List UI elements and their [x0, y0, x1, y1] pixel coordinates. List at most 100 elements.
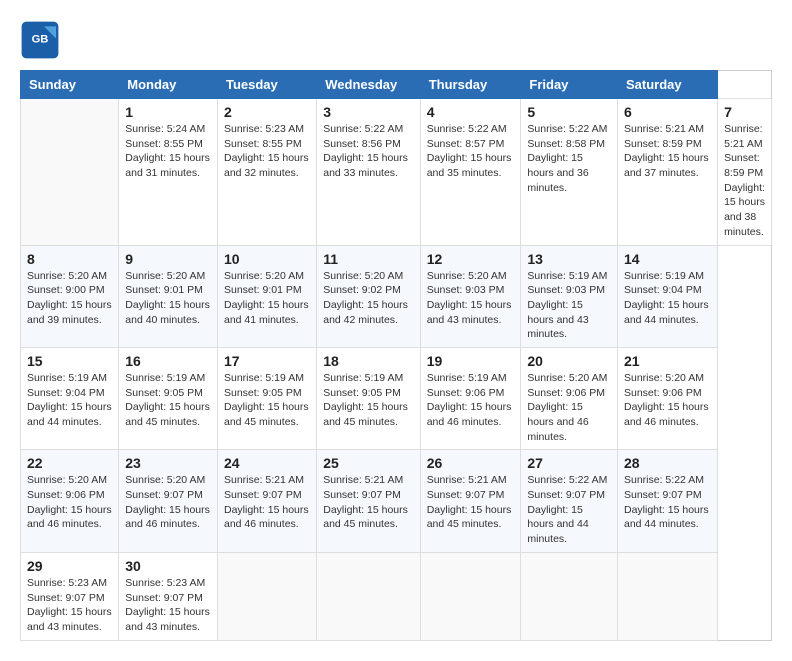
- calendar-body: 1 Sunrise: 5:24 AM Sunset: 8:55 PM Dayli…: [21, 99, 772, 641]
- day-number: 18: [323, 353, 413, 369]
- calendar-cell: 1 Sunrise: 5:24 AM Sunset: 8:55 PM Dayli…: [119, 99, 218, 246]
- day-number: 13: [527, 251, 611, 267]
- day-number: 21: [624, 353, 711, 369]
- day-number: 14: [624, 251, 711, 267]
- calendar-cell: 7 Sunrise: 5:21 AM Sunset: 8:59 PM Dayli…: [718, 99, 772, 246]
- calendar-cell: 13 Sunrise: 5:19 AM Sunset: 9:03 PM Dayl…: [521, 245, 618, 347]
- calendar-week-5: 29 Sunrise: 5:23 AM Sunset: 9:07 PM Dayl…: [21, 552, 772, 640]
- day-info: Sunrise: 5:20 AM Sunset: 9:07 PM Dayligh…: [125, 473, 211, 532]
- calendar-cell: 28 Sunrise: 5:22 AM Sunset: 9:07 PM Dayl…: [618, 450, 718, 552]
- day-info: Sunrise: 5:19 AM Sunset: 9:04 PM Dayligh…: [624, 269, 711, 328]
- header: GB: [20, 20, 772, 60]
- day-number: 23: [125, 455, 211, 471]
- weekday-header-monday: Monday: [119, 71, 218, 99]
- calendar-cell: 18 Sunrise: 5:19 AM Sunset: 9:05 PM Dayl…: [317, 347, 420, 449]
- day-info: Sunrise: 5:22 AM Sunset: 8:56 PM Dayligh…: [323, 122, 413, 181]
- day-number: 10: [224, 251, 310, 267]
- calendar-cell: 23 Sunrise: 5:20 AM Sunset: 9:07 PM Dayl…: [119, 450, 218, 552]
- day-info: Sunrise: 5:19 AM Sunset: 9:05 PM Dayligh…: [224, 371, 310, 430]
- calendar-cell: 9 Sunrise: 5:20 AM Sunset: 9:01 PM Dayli…: [119, 245, 218, 347]
- calendar-cell: [521, 552, 618, 640]
- weekday-header-thursday: Thursday: [420, 71, 521, 99]
- day-number: 4: [427, 104, 515, 120]
- day-number: 6: [624, 104, 711, 120]
- calendar-cell: [217, 552, 316, 640]
- day-info: Sunrise: 5:22 AM Sunset: 8:57 PM Dayligh…: [427, 122, 515, 181]
- day-info: Sunrise: 5:20 AM Sunset: 9:03 PM Dayligh…: [427, 269, 515, 328]
- weekday-header-sunday: Sunday: [21, 71, 119, 99]
- day-number: 3: [323, 104, 413, 120]
- calendar-cell: 25 Sunrise: 5:21 AM Sunset: 9:07 PM Dayl…: [317, 450, 420, 552]
- day-info: Sunrise: 5:20 AM Sunset: 9:06 PM Dayligh…: [527, 371, 611, 444]
- svg-text:GB: GB: [32, 33, 49, 45]
- logo-icon: GB: [20, 20, 60, 60]
- day-number: 29: [27, 558, 112, 574]
- day-number: 1: [125, 104, 211, 120]
- day-number: 30: [125, 558, 211, 574]
- calendar-cell: 20 Sunrise: 5:20 AM Sunset: 9:06 PM Dayl…: [521, 347, 618, 449]
- day-number: 7: [724, 104, 765, 120]
- day-number: 9: [125, 251, 211, 267]
- calendar-cell: [618, 552, 718, 640]
- calendar-cell: 19 Sunrise: 5:19 AM Sunset: 9:06 PM Dayl…: [420, 347, 521, 449]
- calendar-cell: 6 Sunrise: 5:21 AM Sunset: 8:59 PM Dayli…: [618, 99, 718, 246]
- calendar-cell: 17 Sunrise: 5:19 AM Sunset: 9:05 PM Dayl…: [217, 347, 316, 449]
- calendar-cell: 12 Sunrise: 5:20 AM Sunset: 9:03 PM Dayl…: [420, 245, 521, 347]
- calendar-week-3: 15 Sunrise: 5:19 AM Sunset: 9:04 PM Dayl…: [21, 347, 772, 449]
- day-info: Sunrise: 5:20 AM Sunset: 9:06 PM Dayligh…: [624, 371, 711, 430]
- day-number: 8: [27, 251, 112, 267]
- weekday-header-friday: Friday: [521, 71, 618, 99]
- day-info: Sunrise: 5:19 AM Sunset: 9:05 PM Dayligh…: [125, 371, 211, 430]
- day-info: Sunrise: 5:20 AM Sunset: 9:01 PM Dayligh…: [125, 269, 211, 328]
- day-info: Sunrise: 5:20 AM Sunset: 9:01 PM Dayligh…: [224, 269, 310, 328]
- calendar-cell: 22 Sunrise: 5:20 AM Sunset: 9:06 PM Dayl…: [21, 450, 119, 552]
- day-info: Sunrise: 5:21 AM Sunset: 9:07 PM Dayligh…: [427, 473, 515, 532]
- logo: GB: [20, 20, 66, 60]
- day-info: Sunrise: 5:24 AM Sunset: 8:55 PM Dayligh…: [125, 122, 211, 181]
- calendar-week-2: 8 Sunrise: 5:20 AM Sunset: 9:00 PM Dayli…: [21, 245, 772, 347]
- calendar-cell: 24 Sunrise: 5:21 AM Sunset: 9:07 PM Dayl…: [217, 450, 316, 552]
- calendar-cell: 5 Sunrise: 5:22 AM Sunset: 8:58 PM Dayli…: [521, 99, 618, 246]
- day-info: Sunrise: 5:21 AM Sunset: 8:59 PM Dayligh…: [624, 122, 711, 181]
- calendar-cell: 26 Sunrise: 5:21 AM Sunset: 9:07 PM Dayl…: [420, 450, 521, 552]
- day-info: Sunrise: 5:23 AM Sunset: 8:55 PM Dayligh…: [224, 122, 310, 181]
- day-number: 17: [224, 353, 310, 369]
- calendar-cell: 10 Sunrise: 5:20 AM Sunset: 9:01 PM Dayl…: [217, 245, 316, 347]
- day-number: 22: [27, 455, 112, 471]
- day-number: 28: [624, 455, 711, 471]
- day-info: Sunrise: 5:21 AM Sunset: 8:59 PM Dayligh…: [724, 122, 765, 240]
- day-info: Sunrise: 5:19 AM Sunset: 9:06 PM Dayligh…: [427, 371, 515, 430]
- day-number: 5: [527, 104, 611, 120]
- day-info: Sunrise: 5:21 AM Sunset: 9:07 PM Dayligh…: [224, 473, 310, 532]
- day-info: Sunrise: 5:20 AM Sunset: 9:00 PM Dayligh…: [27, 269, 112, 328]
- calendar-week-4: 22 Sunrise: 5:20 AM Sunset: 9:06 PM Dayl…: [21, 450, 772, 552]
- day-number: 26: [427, 455, 515, 471]
- day-info: Sunrise: 5:19 AM Sunset: 9:03 PM Dayligh…: [527, 269, 611, 342]
- day-number: 25: [323, 455, 413, 471]
- calendar-cell: [420, 552, 521, 640]
- day-number: 24: [224, 455, 310, 471]
- calendar-cell: 16 Sunrise: 5:19 AM Sunset: 9:05 PM Dayl…: [119, 347, 218, 449]
- weekday-row: SundayMondayTuesdayWednesdayThursdayFrid…: [21, 71, 772, 99]
- calendar-cell: 11 Sunrise: 5:20 AM Sunset: 9:02 PM Dayl…: [317, 245, 420, 347]
- calendar-cell: 2 Sunrise: 5:23 AM Sunset: 8:55 PM Dayli…: [217, 99, 316, 246]
- calendar-week-1: 1 Sunrise: 5:24 AM Sunset: 8:55 PM Dayli…: [21, 99, 772, 246]
- calendar-cell: 30 Sunrise: 5:23 AM Sunset: 9:07 PM Dayl…: [119, 552, 218, 640]
- day-number: 19: [427, 353, 515, 369]
- day-number: 16: [125, 353, 211, 369]
- calendar-cell: 29 Sunrise: 5:23 AM Sunset: 9:07 PM Dayl…: [21, 552, 119, 640]
- day-info: Sunrise: 5:22 AM Sunset: 8:58 PM Dayligh…: [527, 122, 611, 195]
- day-info: Sunrise: 5:20 AM Sunset: 9:02 PM Dayligh…: [323, 269, 413, 328]
- day-info: Sunrise: 5:20 AM Sunset: 9:06 PM Dayligh…: [27, 473, 112, 532]
- day-info: Sunrise: 5:22 AM Sunset: 9:07 PM Dayligh…: [527, 473, 611, 546]
- calendar-cell: 27 Sunrise: 5:22 AM Sunset: 9:07 PM Dayl…: [521, 450, 618, 552]
- day-info: Sunrise: 5:22 AM Sunset: 9:07 PM Dayligh…: [624, 473, 711, 532]
- day-info: Sunrise: 5:23 AM Sunset: 9:07 PM Dayligh…: [27, 576, 112, 635]
- calendar-cell: 4 Sunrise: 5:22 AM Sunset: 8:57 PM Dayli…: [420, 99, 521, 246]
- calendar-cell: [21, 99, 119, 246]
- day-info: Sunrise: 5:19 AM Sunset: 9:05 PM Dayligh…: [323, 371, 413, 430]
- day-number: 2: [224, 104, 310, 120]
- day-info: Sunrise: 5:23 AM Sunset: 9:07 PM Dayligh…: [125, 576, 211, 635]
- weekday-header-tuesday: Tuesday: [217, 71, 316, 99]
- weekday-header-saturday: Saturday: [618, 71, 718, 99]
